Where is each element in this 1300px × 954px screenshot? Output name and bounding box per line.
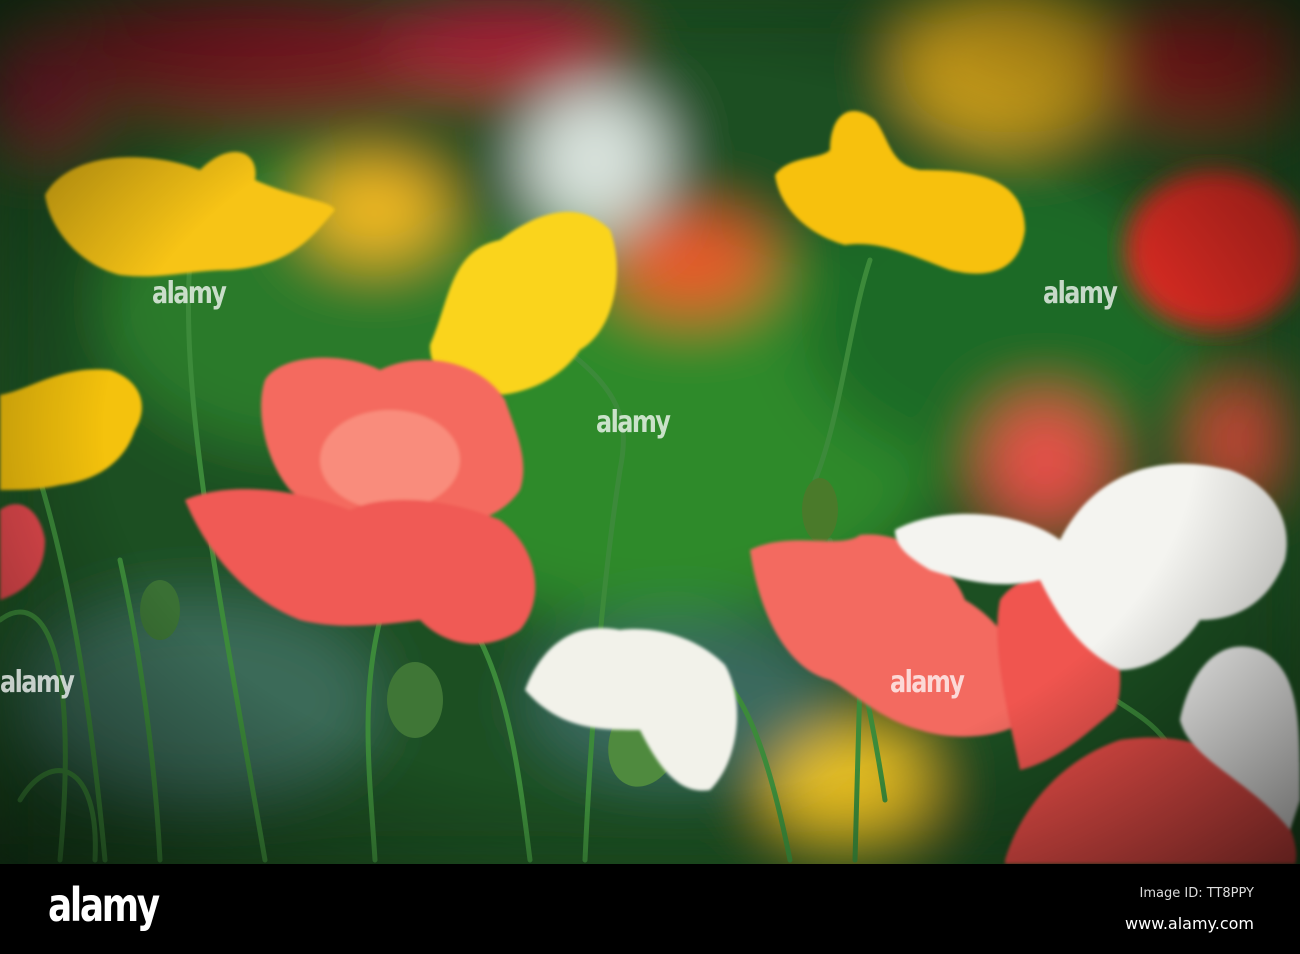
watermark: alamy	[0, 665, 75, 700]
footer-bar: alamy Image ID: TT8PPY www.alamy.com	[0, 864, 1300, 954]
site-url: www.alamy.com	[1125, 914, 1254, 933]
alamy-logo: alamy	[48, 878, 160, 932]
image-id: Image ID: TT8PPY	[1139, 886, 1254, 901]
watermark: alamy	[152, 276, 227, 311]
watermark: alamy	[890, 665, 965, 700]
poppy-photo: alamy alamy alamy alamy alamy	[0, 0, 1300, 864]
watermark: alamy	[1043, 276, 1118, 311]
watermark: alamy	[596, 405, 671, 440]
